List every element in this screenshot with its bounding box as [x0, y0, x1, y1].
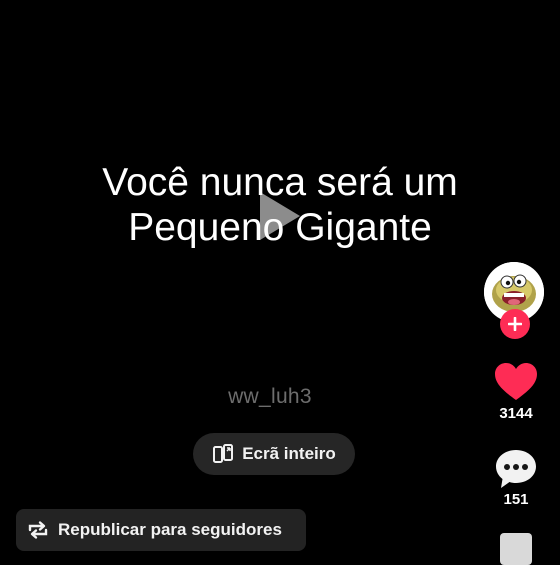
bookmark-button[interactable] — [500, 533, 532, 565]
like-count: 3144 — [499, 405, 533, 422]
follow-button[interactable] — [500, 309, 530, 339]
repost-button[interactable]: Republicar para seguidores — [16, 509, 306, 551]
fullscreen-button[interactable]: Ecrã inteiro — [193, 433, 355, 475]
creator-watermark: ww_luh3 — [228, 385, 312, 408]
action-rail: 3144 151 — [480, 0, 560, 565]
repost-label: Republicar para seguidores — [58, 520, 282, 539]
heart-icon[interactable] — [494, 362, 538, 402]
comment-icon[interactable] — [494, 448, 538, 490]
caption-line: Você nunca será um — [102, 161, 458, 204]
plus-icon — [508, 317, 522, 331]
caption-line: Pequeno Gigante — [128, 206, 432, 249]
fullscreen-label: Ecrã inteiro — [242, 444, 336, 463]
repost-icon — [28, 521, 48, 539]
video-caption: Você nunca será um Pequeno Gigante — [40, 160, 520, 250]
fullscreen-icon — [213, 444, 234, 463]
video-player[interactable]: Você nunca será um Pequeno Gigante ww_lu… — [0, 0, 560, 560]
comment-count: 151 — [503, 491, 529, 508]
